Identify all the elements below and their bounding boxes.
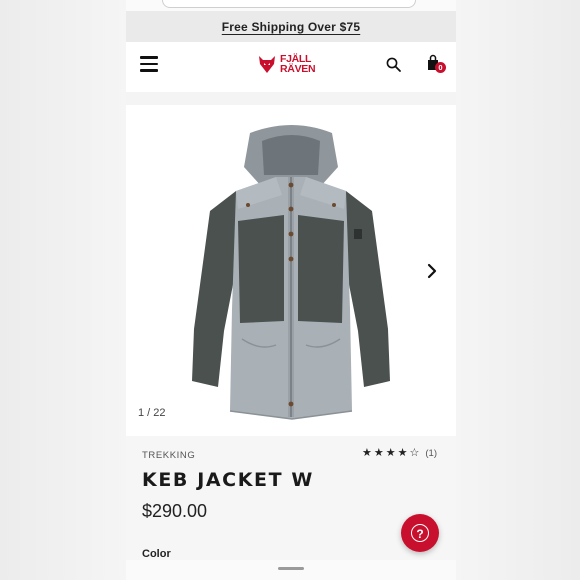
star-filled-icon: ★: [362, 447, 372, 459]
product-image-jacket[interactable]: [180, 119, 402, 424]
product-title: KEB JACKET W: [142, 469, 314, 491]
product-price: $290.00: [142, 501, 208, 521]
search-icon[interactable]: [385, 56, 403, 74]
shopping-bag-icon[interactable]: 0: [426, 54, 448, 76]
star-filled-icon: ★: [397, 447, 408, 459]
image-counter: 1 / 22: [138, 407, 166, 419]
star-filled-icon: ★: [373, 447, 384, 459]
site-header: FJÄLL RÄVEN 0: [126, 42, 456, 92]
product-info: TREKKING ★ ★ ★ ★ ☆ (1) KEB JACKET W $290…: [126, 436, 456, 580]
browser-top-edge: [126, 0, 456, 11]
bottom-bar: [126, 560, 456, 580]
star-empty-icon: ☆: [409, 447, 420, 459]
promo-text[interactable]: Free Shipping Over $75: [222, 20, 360, 34]
review-count: (1): [425, 448, 437, 459]
header-spacer: [126, 92, 456, 105]
hamburger-menu-icon[interactable]: [140, 56, 158, 72]
promo-banner[interactable]: Free Shipping Over $75: [126, 11, 456, 42]
background-right: [456, 0, 580, 580]
mobile-screen: Free Shipping Over $75 FJÄLL RÄVEN 0 1 /…: [126, 0, 456, 580]
product-image-gallery[interactable]: 1 / 22: [126, 105, 456, 436]
product-rating[interactable]: ★ ★ ★ ★ ☆ (1): [362, 447, 437, 460]
question-help-icon: ?: [411, 524, 429, 542]
help-chat-button[interactable]: ?: [401, 514, 439, 552]
star-filled-icon: ★: [385, 447, 396, 459]
background-left: [0, 0, 126, 580]
address-bar[interactable]: [162, 0, 416, 8]
home-indicator[interactable]: [278, 567, 304, 570]
color-label: Color: [142, 548, 171, 560]
cart-count-badge: 0: [435, 62, 446, 73]
logo-text-line2: RÄVEN: [280, 63, 316, 75]
chevron-right-icon[interactable]: [425, 263, 439, 279]
product-category[interactable]: TREKKING: [142, 450, 195, 461]
fox-logo-icon: [259, 56, 275, 73]
brand-logo[interactable]: FJÄLL RÄVEN: [257, 54, 316, 75]
